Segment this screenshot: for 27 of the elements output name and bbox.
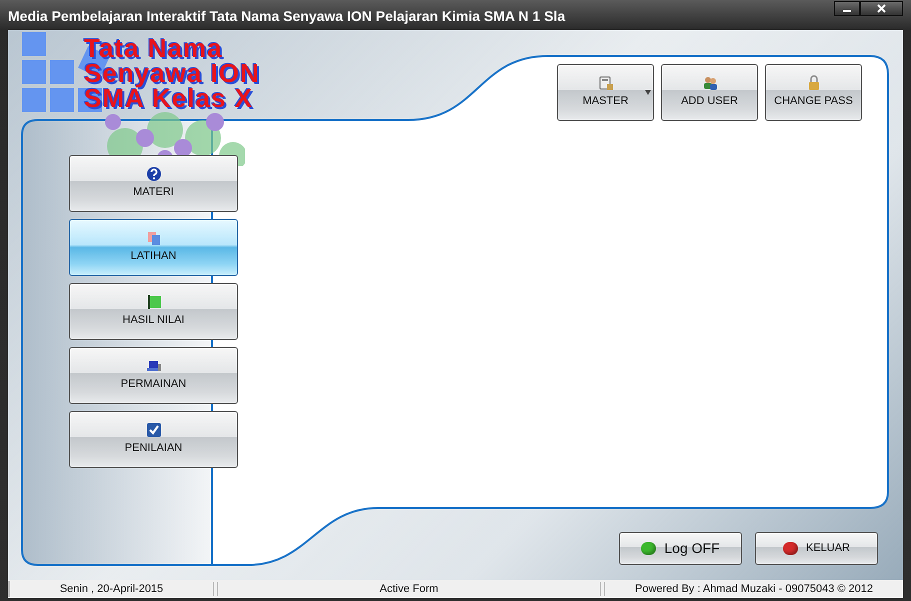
status-date: Senin , 20-April-2015: [8, 580, 213, 598]
caret-icon: [645, 89, 651, 95]
close-button[interactable]: [860, 1, 903, 16]
menu-button[interactable]: PENILAIAN: [69, 411, 238, 468]
documents-icon: [146, 230, 162, 246]
menu-button[interactable]: HASIL NILAI: [69, 283, 238, 340]
status-credit: Powered By : Ahmad Muzaki - 09075043 © 2012: [634, 582, 874, 597]
checkbox-icon: [146, 422, 162, 438]
logo-title: Senyawa ION: [84, 61, 260, 86]
toolbar-button[interactable]: CHANGE PASS: [765, 64, 862, 121]
users-icon: [702, 75, 718, 92]
toolbar-button[interactable]: MASTER: [557, 64, 654, 121]
close-icon: [877, 4, 886, 13]
status-form: Active Form: [378, 582, 440, 597]
help-icon: [146, 166, 162, 182]
menu-button[interactable]: PERMAINAN: [69, 347, 238, 404]
window-title: Media Pembelajaran Interaktif Tata Nama Senyawa ION Pelajaran Kimia SMA N 1 Sla: [8, 7, 566, 26]
minimize-button[interactable]: [834, 1, 860, 16]
menu-button[interactable]: LATIHAN: [69, 219, 238, 276]
toolbar-button[interactable]: ADD USER: [661, 64, 758, 121]
database-icon: [598, 75, 614, 92]
menu-button[interactable]: MATERI: [69, 155, 238, 212]
flag-icon: [146, 294, 162, 310]
logo-title: SMA Kelas X: [84, 86, 254, 111]
footer-button[interactable]: Log OFF: [619, 532, 742, 565]
logo-title: Tata Nama: [84, 36, 224, 61]
footer-button[interactable]: KELUAR: [755, 532, 878, 565]
